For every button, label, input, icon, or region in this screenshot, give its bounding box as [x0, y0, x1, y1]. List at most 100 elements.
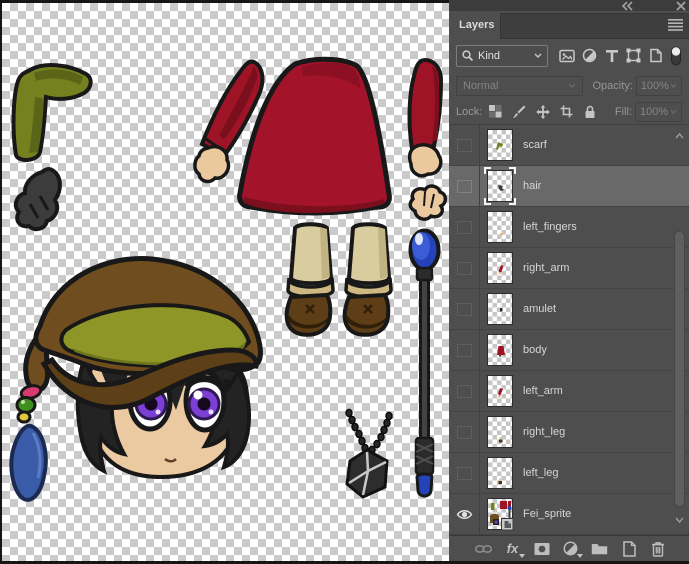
right-sleeve-sprite: [410, 60, 441, 176]
eye-icon: [456, 508, 473, 521]
layer-thumbnail[interactable]: [487, 457, 513, 489]
opacity-input[interactable]: 100%: [636, 76, 682, 96]
visibility-empty-box: [457, 139, 472, 152]
layer-thumbnail[interactable]: [487, 498, 513, 530]
new-layer-button[interactable]: [620, 540, 637, 557]
flyout-triangle-icon: [519, 554, 525, 558]
fx-icon: fx: [507, 542, 519, 555]
chevron-down-icon: [670, 83, 677, 88]
scrollbar-thumb[interactable]: [674, 231, 685, 507]
layer-row-body[interactable]: body: [449, 330, 689, 371]
smart-object-filter-icon[interactable]: [649, 48, 663, 63]
visibility-empty-box: [457, 385, 472, 398]
layer-thumbnail[interactable]: [487, 334, 513, 366]
visibility-toggle[interactable]: [449, 412, 480, 452]
layer-row-right-arm[interactable]: right_arm: [449, 248, 689, 289]
visibility-toggle[interactable]: [449, 289, 480, 329]
lock-icons: [489, 105, 597, 119]
lock-label: Lock:: [456, 106, 482, 118]
visibility-toggle[interactable]: [449, 207, 480, 247]
layers-panel: Layers Kind Normal: [449, 0, 689, 564]
hair-tuft-sprite: [16, 169, 60, 229]
photoshop-window: Layers Kind Normal: [0, 0, 689, 564]
layer-row-amulet[interactable]: amulet: [449, 289, 689, 330]
layer-row-fei-sprite[interactable]: Fei_sprite: [449, 494, 689, 535]
layer-name: right_leg: [523, 426, 565, 438]
filter-type-icons: [559, 46, 682, 66]
scroll-up-icon[interactable]: [675, 133, 684, 139]
visibility-empty-box: [457, 467, 472, 480]
visibility-toggle[interactable]: [449, 494, 480, 534]
add-layer-mask-button[interactable]: [533, 540, 550, 557]
layer-thumbnail[interactable]: [487, 375, 513, 407]
trash-icon: [651, 541, 665, 557]
tab-layers[interactable]: Layers: [449, 11, 500, 39]
head-sprite: [11, 259, 260, 500]
visibility-toggle[interactable]: [449, 248, 480, 288]
kind-filter-select[interactable]: Kind: [456, 45, 548, 67]
selection-corner: [484, 198, 491, 205]
layer-row-left-fingers[interactable]: left_fingers: [449, 207, 689, 248]
new-adjustment-layer-button[interactable]: [562, 540, 579, 557]
lock-position-icon[interactable]: [536, 105, 550, 119]
new-layer-icon: [622, 541, 636, 557]
blend-mode-value: Normal: [463, 80, 498, 92]
new-group-button[interactable]: [591, 540, 608, 557]
link-layers-button[interactable]: [475, 540, 492, 557]
visibility-toggle[interactable]: [449, 453, 480, 493]
layer-row-scarf[interactable]: scarf: [449, 125, 689, 166]
shape-layer-filter-icon[interactable]: [626, 48, 641, 63]
layer-row-left-leg[interactable]: left_leg: [449, 453, 689, 494]
fingers-sprite: [410, 186, 445, 219]
lock-row: Lock: Fill: 100%: [449, 99, 689, 124]
lock-image-pixels-icon[interactable]: [512, 105, 526, 118]
layer-list-scrollbar[interactable]: [674, 129, 685, 531]
visibility-toggle[interactable]: [449, 125, 480, 165]
layer-row-left-arm[interactable]: left_arm: [449, 371, 689, 412]
scroll-down-icon[interactable]: [675, 517, 684, 523]
opacity-value: 100%: [641, 80, 669, 92]
layer-row-hair[interactable]: hair: [449, 166, 689, 207]
panel-menu-icon[interactable]: [668, 19, 683, 31]
fill-label: Fill:: [615, 106, 632, 118]
blend-mode-row: Normal Opacity: 100%: [449, 72, 689, 99]
fill-input[interactable]: 100%: [635, 102, 682, 122]
folder-icon: [591, 542, 608, 555]
adjustment-layer-filter-icon[interactable]: [582, 48, 597, 63]
fill-value: 100%: [640, 106, 668, 118]
layer-row-right-leg[interactable]: right_leg: [449, 412, 689, 453]
left-boot-sprite: [287, 224, 333, 335]
staff-sprite: [411, 231, 439, 497]
delete-layer-button[interactable]: [649, 540, 666, 557]
visibility-toggle[interactable]: [449, 371, 480, 411]
smart-object-badge: [502, 519, 514, 531]
layer-thumbnail[interactable]: [487, 293, 513, 325]
type-layer-filter-icon[interactable]: [605, 49, 619, 63]
visibility-toggle[interactable]: [449, 166, 480, 206]
sprite-sheet-artwork: [0, 0, 449, 564]
visibility-empty-box: [457, 426, 472, 439]
lock-artboard-icon[interactable]: [560, 105, 573, 118]
blend-mode-select[interactable]: Normal: [456, 76, 583, 96]
layer-style-button[interactable]: fx: [504, 540, 521, 557]
panel-title-bar: [449, 0, 689, 11]
lock-all-icon[interactable]: [583, 105, 597, 119]
pixel-layer-filter-icon[interactable]: [559, 49, 575, 63]
layer-filter-row: Kind: [449, 39, 689, 72]
collapse-panel-icon[interactable]: [621, 1, 634, 11]
search-icon: [462, 50, 473, 61]
document-canvas[interactable]: [0, 0, 449, 564]
filter-toggle-switch[interactable]: [670, 46, 682, 66]
visibility-toggle[interactable]: [449, 330, 480, 370]
selection-corner: [509, 167, 516, 174]
close-panel-icon[interactable]: [676, 1, 686, 11]
visibility-empty-box: [457, 180, 472, 193]
layer-thumbnail[interactable]: [487, 129, 513, 161]
opacity-label: Opacity:: [592, 80, 632, 92]
layer-thumbnail[interactable]: [487, 211, 513, 243]
right-boot-sprite: [345, 224, 391, 335]
selection-corner: [484, 167, 491, 174]
lock-transparent-pixels-icon[interactable]: [489, 105, 502, 118]
layer-thumbnail[interactable]: [487, 416, 513, 448]
layer-thumbnail[interactable]: [487, 252, 513, 284]
